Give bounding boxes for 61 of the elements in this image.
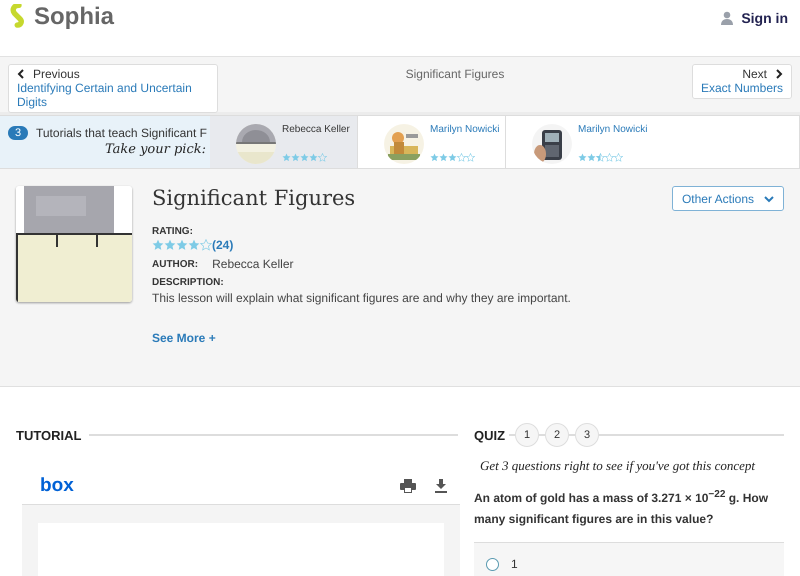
print-icon [400, 478, 416, 492]
author-name: Marilyn Nowicki [578, 124, 648, 135]
section-heading: QUIZ [474, 428, 506, 442]
logo-text[interactable]: Sophia [34, 3, 114, 31]
star-icon [596, 153, 605, 162]
star-icon [457, 153, 466, 162]
author-name: Rebecca Keller [212, 257, 294, 271]
field-label: DESCRIPTION: [152, 277, 225, 288]
other-actions-button[interactable]: Other Actions [672, 186, 784, 211]
rating-count[interactable]: (24) [212, 238, 234, 252]
viewer-logo: box [40, 474, 74, 496]
previous-label: Previous [33, 67, 80, 81]
star-icon [309, 153, 318, 162]
radio-button[interactable] [486, 558, 499, 570]
user-icon [721, 11, 734, 25]
intro-text: Tutorials that teach Significant F [36, 126, 207, 140]
star-icon [430, 153, 439, 162]
section-heading: TUTORIAL [16, 428, 82, 442]
author-name: Rebecca Keller [282, 124, 350, 135]
star-icon [152, 239, 164, 251]
field-label: RATING: [152, 226, 194, 237]
pick-text: Take your pick: [104, 142, 207, 157]
star-icon [188, 239, 200, 251]
count-badge: 3 [8, 126, 28, 140]
author-name: Marilyn Nowicki [430, 124, 500, 135]
tutorial-card[interactable]: Rebecca Keller [210, 116, 358, 168]
chevron-down-icon [764, 194, 774, 202]
question-step[interactable]: 3 [575, 423, 600, 447]
previous-title: Identifying Certain and Uncertain Digits [17, 81, 193, 109]
question-step[interactable]: 2 [545, 423, 570, 447]
star-icon [578, 153, 587, 162]
chevron-right-icon [775, 69, 783, 79]
star-icon [291, 153, 300, 162]
download-icon [434, 478, 448, 492]
lesson-title: Significant Figures [152, 186, 356, 210]
choice-label: 1 [511, 557, 518, 571]
star-icon [318, 153, 327, 162]
star-icon [439, 153, 448, 162]
see-more-link[interactable]: See More + [152, 331, 216, 345]
star-icon [282, 153, 291, 162]
question-text: An atom of gold has a mass of 3.271 × 10$^{−22}$ g. How many significant figures are in this value? [474, 488, 770, 528]
star-icon [466, 153, 475, 162]
next-link[interactable]: Next Exact Numbers [692, 64, 792, 99]
star-icon [587, 153, 596, 162]
quiz-prompt: Get 3 questions right to see if you've got this concept [480, 458, 756, 474]
chevron-left-icon [17, 69, 25, 79]
sign-in-link[interactable]: Sign in [721, 10, 788, 26]
star-icon [614, 153, 623, 162]
previous-link[interactable]: Previous Identifying Certain and Uncertain Digits [8, 64, 218, 113]
description-text: This lesson will explain what significant figures are and why they are important. [152, 291, 572, 305]
next-label: Next [742, 67, 767, 81]
field-label: AUTHOR: [152, 258, 198, 270]
next-title: Exact Numbers [700, 81, 783, 95]
question-step[interactable]: 1 [515, 423, 540, 447]
star-icon [605, 153, 614, 162]
star-icon [300, 153, 309, 162]
current-title: Significant Figures [406, 67, 504, 83]
star-icon [164, 239, 176, 251]
star-icon [448, 153, 457, 162]
star-icon [176, 239, 188, 251]
star-icon [200, 239, 212, 251]
